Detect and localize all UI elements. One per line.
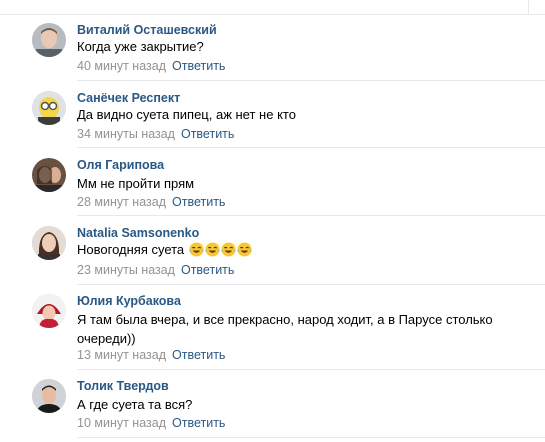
comment-separator: [77, 80, 545, 81]
comment-time[interactable]: 40 минут назад: [77, 59, 166, 73]
comment-text-content: Новогодняя суета: [77, 242, 185, 257]
comment-author[interactable]: Юлия Курбакова: [77, 294, 181, 308]
reply-button[interactable]: Ответить: [172, 348, 225, 362]
comment-author[interactable]: Natalia Samsonenko: [77, 226, 199, 240]
reply-button[interactable]: Ответить: [172, 59, 225, 73]
comment-separator: [77, 215, 545, 216]
comment-text: Я там была вчера, и все прекрасно, народ…: [77, 312, 493, 346]
comment-time[interactable]: 23 минуты назад: [77, 263, 175, 277]
avatar[interactable]: [32, 91, 66, 125]
comment-text: А где суета та вся?: [77, 397, 193, 412]
avatar[interactable]: [32, 23, 66, 57]
avatar[interactable]: [32, 294, 66, 328]
comment-separator: [77, 147, 545, 148]
comment-time[interactable]: 34 минуты назад: [77, 127, 175, 141]
reply-button[interactable]: Ответить: [172, 195, 225, 209]
comment-author[interactable]: Санёчек Респект: [77, 91, 180, 105]
comment-time[interactable]: 10 минут назад: [77, 416, 166, 430]
comment-text: Мм не пройти прям: [77, 176, 195, 191]
comment-separator: [77, 369, 545, 370]
comment-separator: [77, 284, 545, 285]
reply-button[interactable]: Ответить: [172, 416, 225, 430]
comment-time[interactable]: 28 минут назад: [77, 195, 166, 209]
comment-text: Новогодняя суета: [77, 240, 517, 259]
laughing-tears-icon: [237, 242, 252, 257]
comment-author[interactable]: Оля Гарипова: [77, 158, 164, 172]
comment-time[interactable]: 13 минут назад: [77, 348, 166, 362]
comment-text: Да видно суета пипец, аж нет не кто: [77, 107, 296, 122]
laughing-tears-icon: [205, 242, 220, 257]
reply-button[interactable]: Ответить: [181, 127, 234, 141]
avatar[interactable]: [32, 379, 66, 413]
comment-text: Когда уже закрытие?: [77, 39, 204, 54]
comment-author[interactable]: Толик Твердов: [77, 379, 169, 393]
comment-author[interactable]: Виталий Осташевский: [77, 23, 217, 37]
laughing-tears-icon: [221, 242, 236, 257]
laughing-tears-icon: [189, 242, 204, 257]
avatar[interactable]: [32, 226, 66, 260]
top-divider: [0, 0, 545, 15]
avatar[interactable]: [32, 158, 66, 192]
reply-button[interactable]: Ответить: [181, 263, 234, 277]
comment-separator: [77, 437, 545, 438]
